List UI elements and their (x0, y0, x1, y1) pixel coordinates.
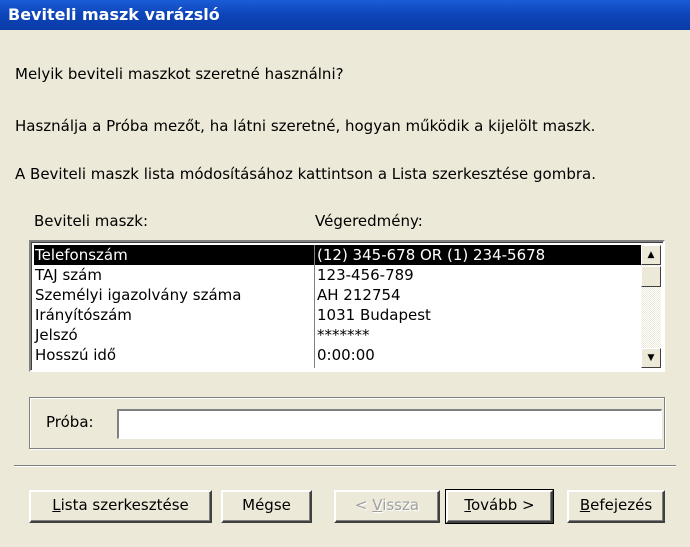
mask-result: 0:00:00 (317, 346, 375, 364)
question-text: Melyik beviteli maszkot szeretné használ… (15, 65, 344, 83)
mask-name: TAJ szám (35, 266, 102, 284)
mask-result: 123-456-789 (317, 266, 414, 284)
mask-column-header: Beviteli maszk: (34, 212, 149, 230)
mask-result: ******* (317, 326, 370, 344)
result-column-header: Végeredmény: (315, 212, 423, 230)
button-prefix: < (354, 496, 373, 514)
arrow-down-icon: ▼ (647, 353, 655, 363)
button-label: ista szerkesztése (60, 496, 189, 514)
title-bar: Beviteli maszk varázsló (0, 0, 690, 30)
hint-text: Használja a Próba mezőt, ha látni szeret… (15, 117, 596, 135)
mask-result: 1031 Budapest (317, 306, 431, 324)
mnemonic: T (464, 496, 471, 514)
finish-button[interactable]: Befejezés (567, 490, 665, 523)
test-label: Próba: (46, 413, 94, 431)
test-group: Próba: (29, 397, 665, 449)
separator (14, 465, 676, 467)
list-rows: Telefonszám (12) 345-678 OR (1) 234-5678… (34, 245, 643, 365)
list-item[interactable]: TAJ szám 123-456-789 (34, 265, 643, 285)
mask-name: Hosszú idő (35, 346, 117, 364)
next-button[interactable]: Tovább > (445, 489, 554, 524)
button-label: issza (382, 496, 420, 514)
cancel-button[interactable]: Mégse (221, 490, 312, 523)
scroll-up-button[interactable]: ▲ (641, 245, 661, 265)
button-label: Mégse (242, 496, 291, 514)
mask-name: Telefonszám (35, 246, 128, 264)
arrow-up-icon: ▲ (647, 250, 655, 260)
mask-name: Személyi igazolvány száma (35, 286, 242, 304)
mask-result: (12) 345-678 OR (1) 234-5678 (317, 246, 546, 264)
scroll-thumb[interactable] (641, 266, 661, 287)
mask-name: Irányítószám (35, 306, 132, 324)
list-item[interactable]: Hosszú idő 0:00:00 (34, 345, 643, 365)
test-input[interactable] (117, 409, 662, 439)
list-item[interactable]: Jelszó ******* (34, 325, 643, 345)
button-label: ovább > (470, 496, 535, 514)
scroll-down-button[interactable]: ▼ (641, 348, 661, 368)
edit-list-button[interactable]: Lista szerkesztése (29, 490, 212, 523)
mask-result: AH 212754 (317, 286, 401, 304)
button-label: efejezés (590, 496, 653, 514)
list-item[interactable]: Telefonszám (12) 345-678 OR (1) 234-5678 (34, 245, 643, 265)
input-mask-list[interactable]: Telefonszám (12) 345-678 OR (1) 234-5678… (29, 240, 665, 372)
list-item[interactable]: Személyi igazolvány száma AH 212754 (34, 285, 643, 305)
mnemonic: V (372, 496, 383, 514)
vertical-scrollbar[interactable]: ▲ ▼ (641, 245, 661, 368)
edit-hint-text: A Beviteli maszk lista módosításához kat… (15, 165, 596, 183)
window-title: Beviteli maszk varázsló (8, 5, 220, 24)
mnemonic: L (52, 496, 61, 514)
column-divider (314, 245, 315, 368)
mask-name: Jelszó (35, 326, 78, 344)
mnemonic: B (579, 496, 591, 514)
list-item[interactable]: Irányítószám 1031 Budapest (34, 305, 643, 325)
back-button[interactable]: < Vissza (334, 490, 440, 523)
